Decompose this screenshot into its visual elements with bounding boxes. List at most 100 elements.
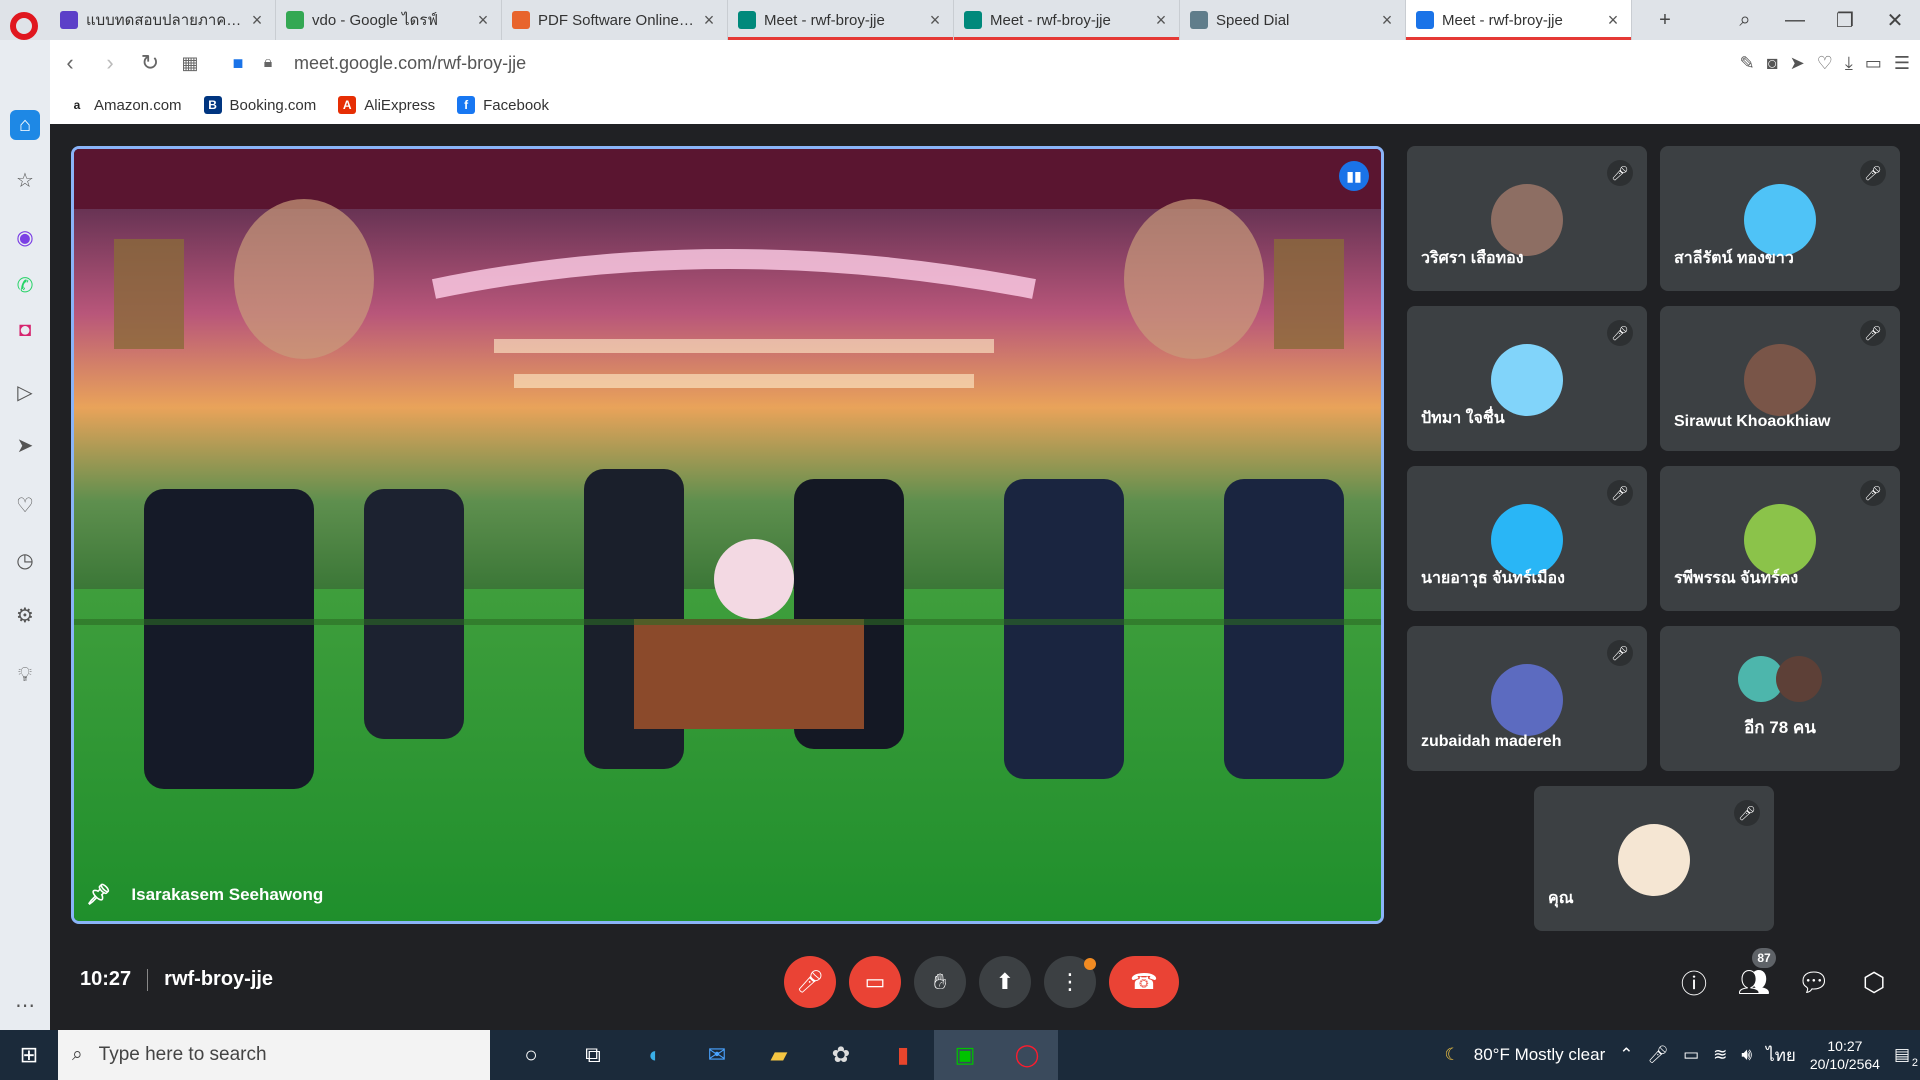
participant-tile[interactable]: 🎤︎ สาลีรัตน์ ทองขาว <box>1660 146 1900 291</box>
tab-1[interactable]: vdo - Google ไดรฟ์ × <box>276 0 502 40</box>
people-button[interactable]: 👥︎ 87 <box>1728 948 1780 1008</box>
participant-tile[interactable]: 🎤︎ นายอาวุธ จันทร์เมือง <box>1407 466 1647 611</box>
self-tile[interactable]: 🎤︎ คุณ <box>1534 786 1774 931</box>
presenter-video[interactable]: ▮▮ 📌︎ Isarakasem Seehawong <box>71 146 1384 924</box>
mic-toggle-button[interactable]: 🎤︎ <box>784 956 836 1008</box>
battery-saver-icon[interactable]: ▭ <box>1865 53 1882 74</box>
raise-hand-button[interactable]: ✋︎ <box>914 956 966 1008</box>
search-tabs-icon[interactable]: ⌕ <box>1720 0 1770 40</box>
camera-site-icon[interactable]: ■ <box>218 43 258 83</box>
close-icon[interactable]: × <box>475 10 491 31</box>
reload-button[interactable]: ↻ <box>130 43 170 83</box>
close-icon[interactable]: × <box>701 10 717 31</box>
player-icon[interactable]: ▷ <box>10 377 40 407</box>
tab-2[interactable]: PDF Software Online Store × <box>502 0 728 40</box>
send-icon[interactable]: ➤ <box>10 430 40 460</box>
tab-5[interactable]: Speed Dial × <box>1180 0 1406 40</box>
activities-button[interactable]: ⬡ <box>1848 956 1900 1008</box>
task-view-icon[interactable]: ⧉ <box>562 1030 624 1080</box>
line-icon[interactable]: ▣ <box>934 1030 996 1080</box>
office-icon[interactable]: ▮ <box>872 1030 934 1080</box>
microphone-icon[interactable]: 🎤︎ <box>1648 1045 1670 1065</box>
minimize-button[interactable]: — <box>1770 0 1820 40</box>
new-tab-button[interactable]: + <box>1640 0 1690 40</box>
download-icon[interactable]: ⤓ <box>1845 53 1853 74</box>
app-icon[interactable]: ✿ <box>810 1030 872 1080</box>
edit-icon[interactable]: ✎ <box>1740 53 1755 74</box>
meeting-details-button[interactable]: ⓘ <box>1668 956 1720 1008</box>
volume-icon[interactable]: 🔊︎ <box>1741 1045 1752 1065</box>
battery-icon[interactable]: ▭ <box>1683 1045 1699 1065</box>
notifications-icon[interactable]: ▤ 2 <box>1894 1045 1918 1069</box>
back-button[interactable]: ‹ <box>50 43 90 83</box>
whatsapp-icon[interactable]: ✆ <box>10 270 40 300</box>
weather-text[interactable]: 80°F Mostly clear <box>1474 1045 1606 1065</box>
wifi-icon[interactable]: ≋ <box>1713 1045 1727 1065</box>
edge-icon[interactable]: ◐ <box>624 1030 686 1080</box>
cortana-icon[interactable]: ○ <box>500 1030 562 1080</box>
more-participants-tile[interactable]: อีก 78 คน <box>1660 626 1900 771</box>
bookmark-booking[interactable]: B Booking.com <box>203 96 316 114</box>
close-icon[interactable]: × <box>1153 10 1169 31</box>
heart-icon[interactable]: ♡ <box>10 490 40 520</box>
opera-logo-icon[interactable] <box>10 12 38 40</box>
tab-3[interactable]: Meet - rwf-broy-jje × <box>728 0 954 40</box>
pin-icon[interactable]: 📌︎ <box>86 882 111 907</box>
bookmark-amazon[interactable]: a Amazon.com <box>68 96 182 114</box>
language-indicator[interactable]: ไทย <box>1766 1042 1796 1069</box>
home-icon[interactable]: ⌂ <box>10 110 40 140</box>
call-controls: 🎤︎ ▭ ✋︎ ⬆ ⋮ ☎ <box>784 956 1179 1008</box>
forward-button[interactable]: › <box>90 43 130 83</box>
camera-toggle-button[interactable]: ▭ <box>849 956 901 1008</box>
windows-taskbar: ⊞ ⌕ Type here to search ○ ⧉ ◐ ✉ ▰ ✿ ▮ ▣ … <box>0 1030 1920 1080</box>
present-screen-button[interactable]: ⬆ <box>979 956 1031 1008</box>
participant-tile[interactable]: 🎤︎ วริศรา เสือทอง <box>1407 146 1647 291</box>
window-controls: ⌕ — ❐ ✕ <box>1720 0 1920 40</box>
avatar <box>1491 664 1563 736</box>
participant-tile[interactable]: 🎤︎ Sirawut Khoaokhiaw <box>1660 306 1900 451</box>
snapshot-icon[interactable]: ◙ <box>1767 53 1778 74</box>
url-field[interactable]: meet.google.com/rwf-broy-jje <box>294 53 526 74</box>
lock-icon[interactable]: 🔒︎ <box>258 43 278 83</box>
tab-6[interactable]: Meet - rwf-broy-jje × <box>1406 0 1632 40</box>
restore-button[interactable]: ❐ <box>1820 0 1870 40</box>
history-icon[interactable]: ◷ <box>10 545 40 575</box>
close-icon[interactable]: × <box>927 10 943 31</box>
weather-moon-icon[interactable]: ☾ <box>1445 1045 1460 1065</box>
bookmark-aliexpress[interactable]: A AliExpress <box>338 96 435 114</box>
mail-icon[interactable]: ✉ <box>686 1030 748 1080</box>
leave-call-button[interactable]: ☎ <box>1109 956 1179 1008</box>
close-icon[interactable]: × <box>1379 10 1395 31</box>
tab-0[interactable]: แบบทดสอบปลายภาค วิชาวิ × <box>50 0 276 40</box>
tab-title: Meet - rwf-broy-jje <box>990 11 1111 29</box>
participant-tile[interactable]: 🎤︎ zubaidah madereh <box>1407 626 1647 771</box>
tab-4[interactable]: Meet - rwf-broy-jje × <box>954 0 1180 40</box>
tabs-grid-icon[interactable]: ▦ <box>170 43 210 83</box>
heart-icon[interactable]: ♡ <box>1817 53 1833 74</box>
address-bar: ‹ › ↻ ▦ ■ 🔒︎ meet.google.com/rwf-broy-jj… <box>50 40 1920 86</box>
settings-icon[interactable]: ⚙ <box>10 600 40 630</box>
easy-setup-icon[interactable]: ☰ <box>1894 53 1910 74</box>
aliexpress-icon: A <box>338 96 357 114</box>
file-explorer-icon[interactable]: ▰ <box>748 1030 810 1080</box>
opera-icon[interactable]: ◯ <box>996 1030 1058 1080</box>
chat-button[interactable]: 💬︎ <box>1788 956 1840 1008</box>
send-icon[interactable]: ➤ <box>1790 53 1805 74</box>
clock[interactable]: 10:27 20/10/2564 <box>1810 1037 1880 1073</box>
instagram-icon[interactable]: ◘ <box>10 315 40 345</box>
taskbar-search[interactable]: ⌕ Type here to search <box>58 1030 490 1080</box>
bookmark-facebook[interactable]: f Facebook <box>457 96 549 114</box>
more-icon[interactable]: ⋯ <box>10 990 40 1020</box>
start-button[interactable]: ⊞ <box>0 1030 58 1080</box>
presenter-label: 📌︎ Isarakasem Seehawong <box>86 882 323 907</box>
star-icon[interactable]: ☆ <box>10 165 40 195</box>
participant-tile[interactable]: 🎤︎ ปัทมา ใจชื่น <box>1407 306 1647 451</box>
chevron-up-icon[interactable]: ⌃ <box>1619 1045 1633 1065</box>
close-icon[interactable]: × <box>1605 10 1621 31</box>
messenger-icon[interactable]: ◉ <box>10 222 40 252</box>
close-icon[interactable]: × <box>249 10 265 31</box>
tips-icon[interactable]: 💡︎ <box>10 660 40 690</box>
participant-tile[interactable]: 🎤︎ รพีพรรณ จันทร์คง <box>1660 466 1900 611</box>
more-options-button[interactable]: ⋮ <box>1044 956 1096 1008</box>
close-window-button[interactable]: ✕ <box>1870 0 1920 40</box>
